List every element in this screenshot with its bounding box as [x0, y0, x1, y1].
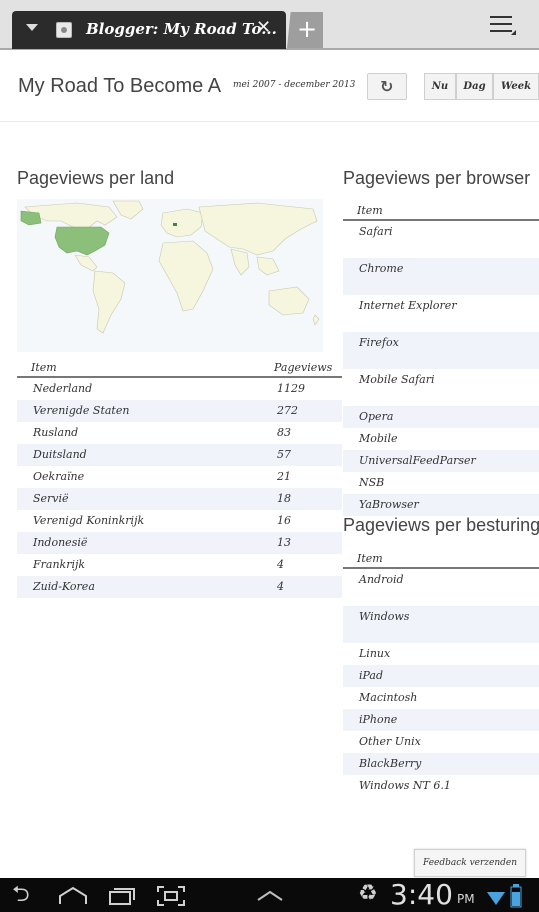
wifi-icon: [487, 892, 505, 905]
table-row[interactable]: Other Unix: [343, 731, 539, 753]
table-row[interactable]: Windows: [343, 606, 539, 643]
table-row[interactable]: Indonesië 13: [17, 532, 342, 554]
page-header: My Road To Become A mei 2007 - december …: [0, 52, 539, 122]
country-heading: Pageviews per land: [17, 168, 175, 188]
table-row[interactable]: Nederland 1129: [17, 378, 342, 400]
system-navigation-bar: ⮌ ♻ 3:40 PM: [0, 878, 539, 912]
new-tab-button[interactable]: +: [287, 12, 323, 48]
table-row[interactable]: Firefox: [343, 332, 539, 369]
os-table: Item Android Windows Linux iPad Macintos…: [343, 547, 539, 797]
table-row[interactable]: UniversalFeedParser: [343, 450, 539, 472]
chevron-up-icon[interactable]: [256, 890, 284, 902]
world-map-svg: [20, 200, 320, 334]
table-row[interactable]: Internet Explorer: [343, 295, 539, 332]
table-row[interactable]: Android: [343, 569, 539, 606]
browser-table: Item Safari Chrome Internet Explorer Fir…: [343, 199, 539, 516]
tab-title: Blogger: My Road To...: [86, 20, 277, 38]
os-heading: Pageviews per besturing: [343, 515, 539, 535]
country-table: Item Pageviews Nederland 1129 Verenigde S…: [17, 356, 342, 598]
battery-icon: [510, 884, 522, 908]
tab-dropdown-icon[interactable]: [26, 24, 38, 31]
table-row[interactable]: YaBrowser: [343, 494, 539, 516]
world-map[interactable]: [17, 199, 323, 352]
active-tab[interactable]: Blogger: My Road To... ✕: [12, 11, 286, 49]
table-row[interactable]: Linux: [343, 643, 539, 665]
range-now-button[interactable]: Nu: [424, 73, 456, 100]
table-row[interactable]: Windows NT 6.1: [343, 775, 539, 797]
favicon-icon: [56, 22, 72, 38]
page-title: My Road To Become A: [18, 75, 222, 97]
table-row[interactable]: Macintosh: [343, 687, 539, 709]
table-row[interactable]: Chrome: [343, 258, 539, 295]
table-row[interactable]: Oekraïne 21: [17, 466, 342, 488]
table-row[interactable]: Opera: [343, 406, 539, 428]
clock: 3:40: [390, 878, 453, 911]
table-row[interactable]: Verenigde Staten 272: [17, 400, 342, 422]
table-row[interactable]: Servië 18: [17, 488, 342, 510]
range-week-button[interactable]: Week: [493, 73, 539, 100]
browser-tab-bar: Blogger: My Road To... ✕ +: [0, 0, 539, 50]
plus-icon: +: [297, 15, 318, 43]
table-row[interactable]: Duitsland 57: [17, 444, 342, 466]
browser-heading: Pageviews per browser: [343, 168, 531, 188]
col-item-header[interactable]: Item: [357, 552, 383, 565]
range-day-button[interactable]: Dag: [456, 73, 493, 100]
screenshot-icon[interactable]: [156, 885, 186, 907]
clock-ampm: PM: [457, 892, 475, 906]
back-icon[interactable]: ⮌: [12, 884, 30, 906]
os-table-header: Item: [343, 547, 539, 569]
date-range[interactable]: mei 2007 - december 2013: [233, 80, 355, 90]
col-pageviews-header[interactable]: Pageviews: [274, 361, 332, 374]
table-row[interactable]: iPhone: [343, 709, 539, 731]
table-row[interactable]: NSB: [343, 472, 539, 494]
overflow-menu-icon[interactable]: [490, 14, 518, 36]
table-row[interactable]: Frankrijk 4: [17, 554, 342, 576]
table-row[interactable]: iPad: [343, 665, 539, 687]
close-tab-icon[interactable]: ✕: [256, 19, 271, 37]
home-icon[interactable]: [58, 886, 88, 906]
col-item-header[interactable]: Item: [357, 204, 383, 217]
table-row[interactable]: Mobile Safari: [343, 369, 539, 406]
table-row[interactable]: Zuid-Korea 4: [17, 576, 342, 598]
table-row[interactable]: Rusland 83: [17, 422, 342, 444]
table-row[interactable]: BlackBerry: [343, 753, 539, 775]
recycle-icon: ♻: [358, 881, 378, 906]
country-table-header: Item Pageviews: [17, 356, 342, 378]
recent-apps-icon[interactable]: [108, 886, 136, 906]
refresh-icon: ↻: [380, 77, 394, 96]
table-row[interactable]: Verenigd Koninkrijk 16: [17, 510, 342, 532]
table-row[interactable]: Safari: [343, 221, 539, 258]
feedback-button[interactable]: Feedback verzenden: [414, 849, 526, 877]
browser-table-header: Item: [343, 199, 539, 221]
col-item-header[interactable]: Item: [31, 361, 57, 374]
table-row[interactable]: Mobile: [343, 428, 539, 450]
refresh-button[interactable]: ↻: [367, 73, 407, 100]
